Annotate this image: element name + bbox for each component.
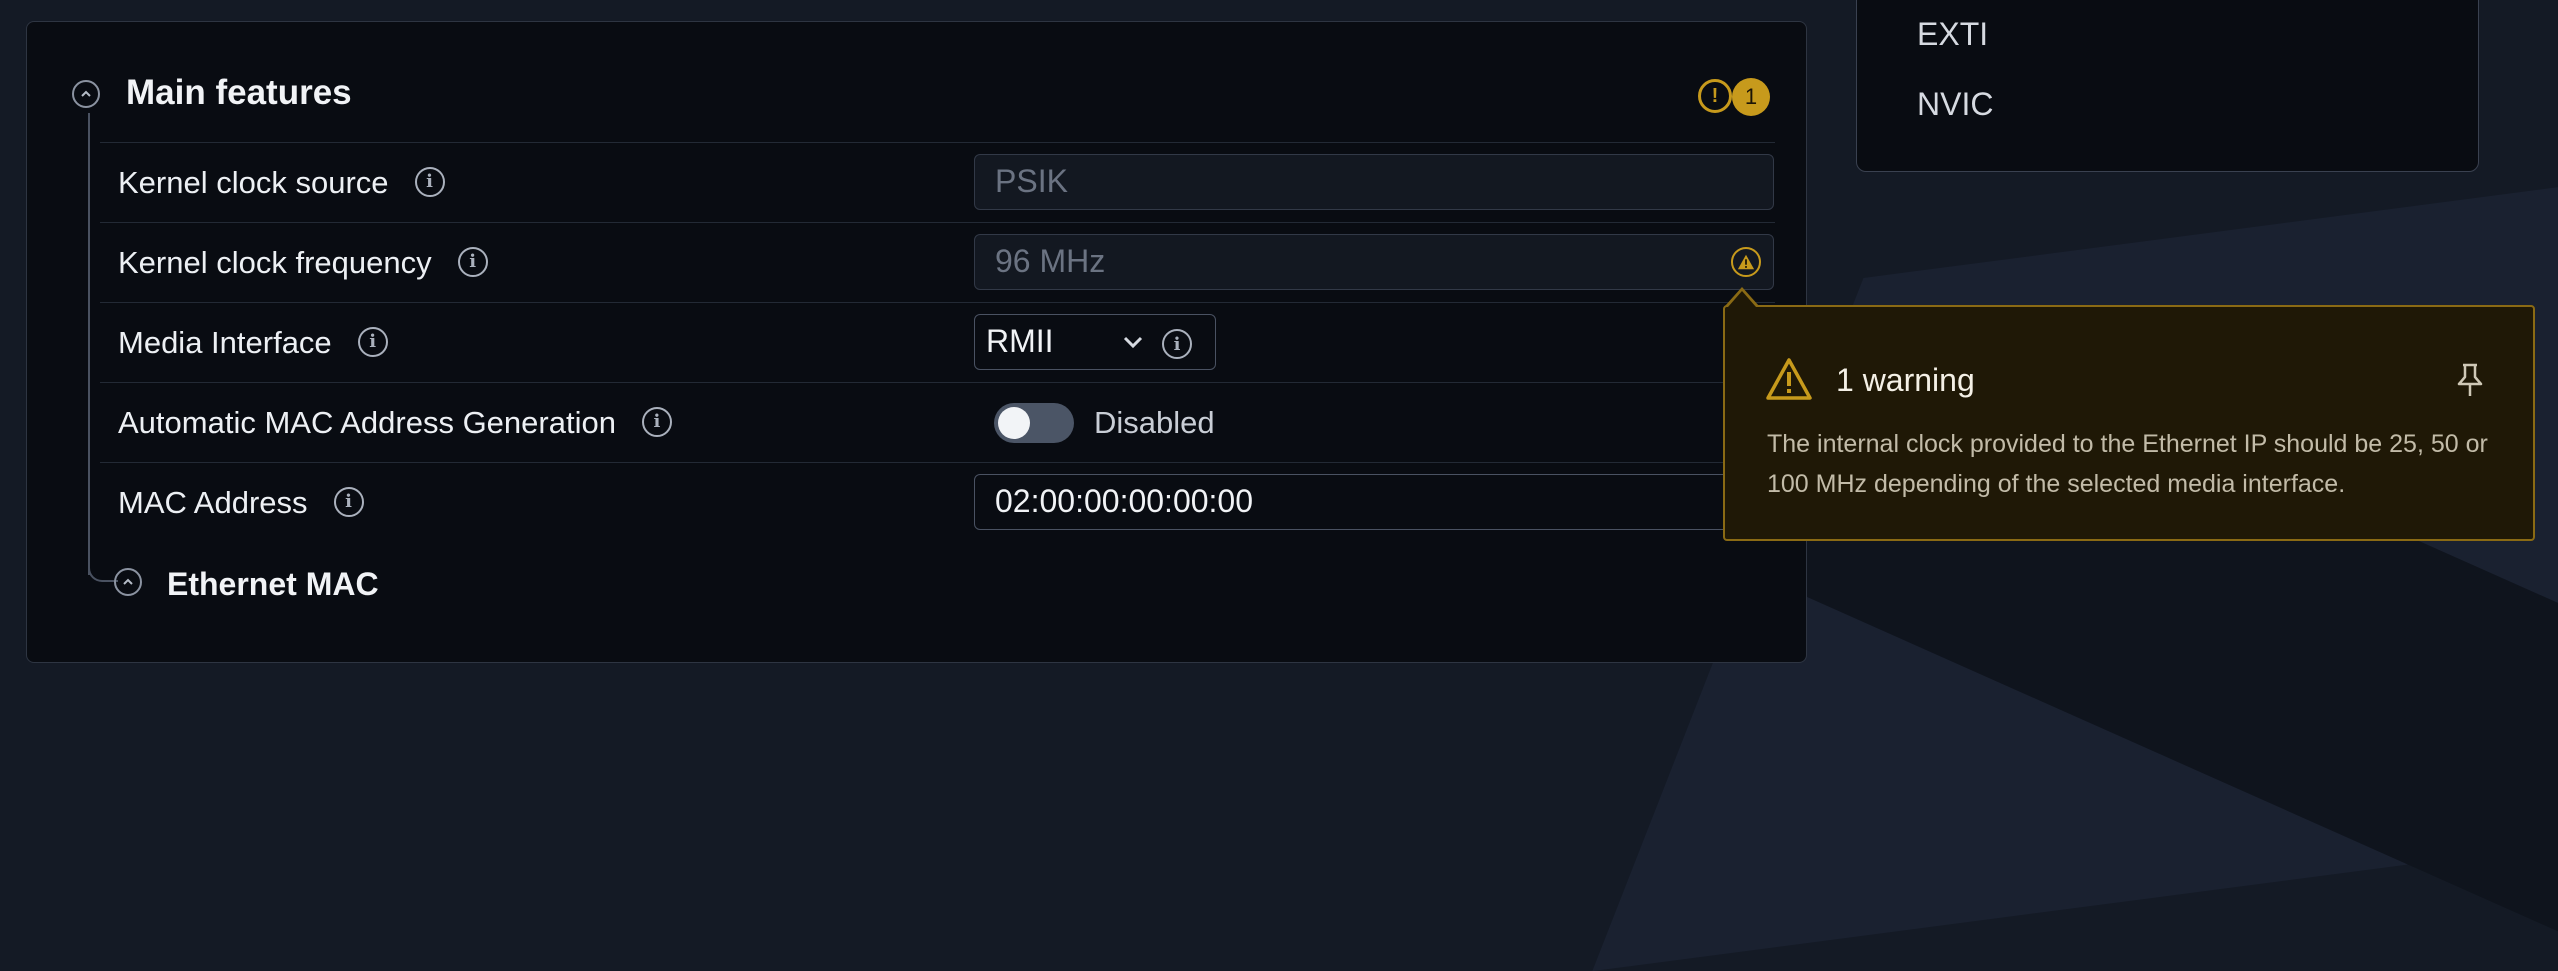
- row-kernel-clock-source: Kernel clock source i PSIK: [100, 142, 1775, 223]
- pin-icon[interactable]: [2453, 362, 2487, 398]
- toggle-state-label: Disabled: [1094, 405, 1215, 440]
- warning-count-badge: 1: [1732, 78, 1770, 116]
- tooltip-body: The internal clock provided to the Ether…: [1767, 430, 2488, 498]
- row-kernel-clock-frequency: Kernel clock frequency i 96 MHz: [100, 222, 1775, 303]
- row-label: Kernel clock source: [118, 165, 389, 200]
- select-value: RMII: [986, 323, 1054, 359]
- tree-connector: [88, 113, 90, 575]
- row-label: Automatic MAC Address Generation: [118, 405, 616, 440]
- row-label: MAC Address: [118, 485, 308, 520]
- subsection-title: Ethernet MAC: [167, 566, 379, 602]
- info-icon[interactable]: i: [641, 406, 672, 437]
- row-automatic-mac-generation: Automatic MAC Address Generation i Disabl…: [100, 382, 1775, 463]
- warning-indicator[interactable]: ! 1: [1698, 78, 1778, 118]
- warning-triangle-icon: [1766, 358, 1812, 400]
- info-icon[interactable]: i: [457, 246, 488, 277]
- side-list-card: EXTI NVIC: [1856, 0, 2479, 172]
- section-title: Main features: [126, 73, 352, 112]
- warning-triangle-icon[interactable]: [1731, 247, 1761, 277]
- section-header-ethernet-mac: Ethernet MAC: [113, 562, 613, 610]
- row-label: Media Interface: [118, 325, 332, 360]
- chevron-up-icon: [81, 90, 91, 97]
- media-interface-select[interactable]: RMII i: [974, 314, 1216, 370]
- info-icon[interactable]: i: [333, 486, 364, 517]
- row-label: Kernel clock frequency: [118, 245, 432, 280]
- info-icon[interactable]: i: [1162, 329, 1192, 359]
- section-header-main-features: Main features: [45, 57, 1745, 117]
- warning-circle-icon: !: [1698, 79, 1732, 113]
- row-mac-address: MAC Address i 02:00:00:00:00:00: [100, 462, 1775, 543]
- mac-address-input[interactable]: 02:00:00:00:00:00: [974, 474, 1774, 530]
- side-item-exti[interactable]: EXTI: [1917, 16, 1988, 53]
- info-icon[interactable]: i: [357, 326, 388, 357]
- info-icon[interactable]: i: [414, 166, 445, 197]
- toggle-knob: [998, 407, 1030, 439]
- warning-tooltip: 1 warning The internal clock provided to…: [1723, 305, 2535, 541]
- tooltip-title: 1 warning: [1836, 362, 1975, 398]
- tooltip-arrow: [1728, 291, 1756, 307]
- mac-generation-toggle[interactable]: [994, 403, 1074, 443]
- kernel-clock-source-field: PSIK: [974, 154, 1774, 210]
- row-media-interface: Media Interface i RMII i: [100, 302, 1775, 383]
- chevron-up-icon: [123, 578, 133, 585]
- collapse-button[interactable]: [114, 568, 142, 596]
- collapse-button[interactable]: [72, 80, 100, 108]
- field-value: 96 MHz: [995, 243, 1106, 279]
- kernel-clock-frequency-field: 96 MHz: [974, 234, 1774, 290]
- side-item-nvic[interactable]: NVIC: [1917, 86, 1993, 123]
- chevron-down-icon: [1123, 336, 1143, 349]
